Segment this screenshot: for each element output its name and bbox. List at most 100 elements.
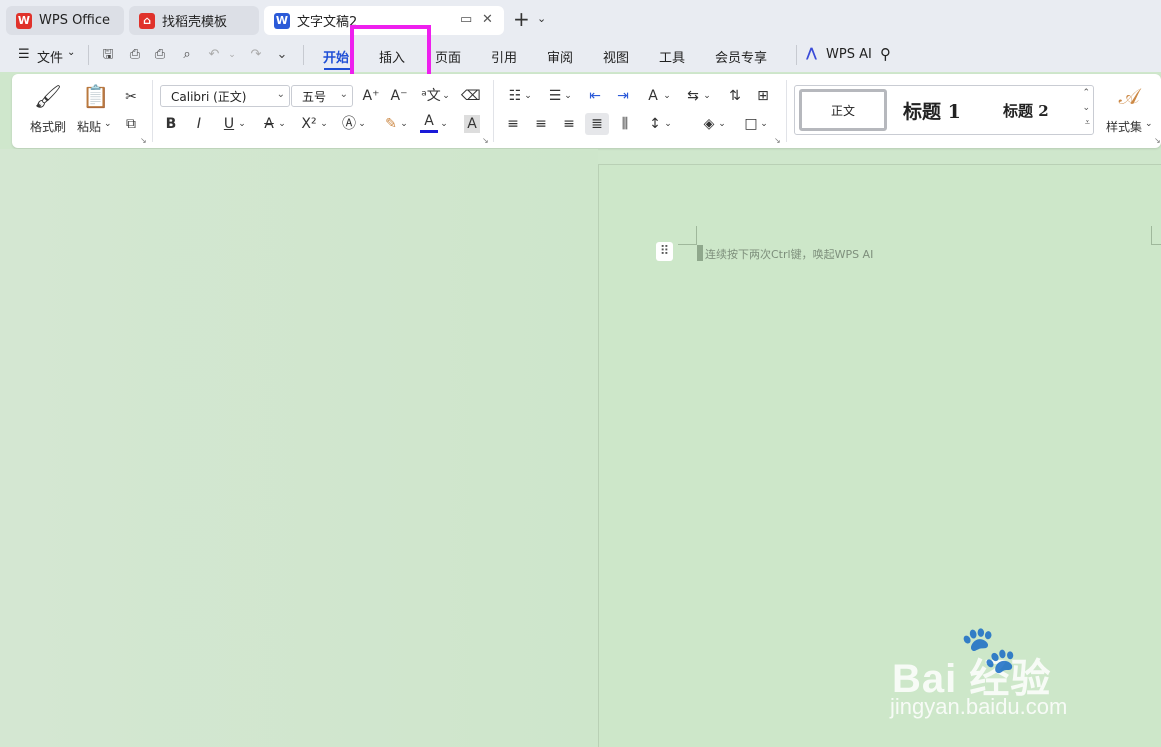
ribbon: 🖌 格式刷 📋 粘贴 ⌄ ✂ ⧉ ↘ Calibri (正文) ⌄ 五号 ⌄ A… (12, 74, 1161, 148)
document-page[interactable] (598, 164, 1161, 747)
italic-icon[interactable]: I (190, 115, 208, 133)
customize-toolbar-icon[interactable]: ⌄ (274, 47, 290, 63)
align-right-icon[interactable]: ≡ (560, 115, 578, 133)
phonetic-guide-icon[interactable]: ᵃ文 (420, 87, 442, 105)
font-color-icon[interactable]: A (420, 112, 438, 133)
cut-icon[interactable]: ✂ (122, 88, 140, 106)
strikethrough-icon[interactable]: A (260, 115, 278, 133)
bold-icon[interactable]: B (162, 115, 180, 133)
drag-handle-icon[interactable]: ⠿ (656, 242, 673, 261)
bullet-list-icon[interactable]: ☷ (506, 87, 524, 105)
document-canvas (0, 149, 598, 747)
tab-member[interactable]: 会员专享 (715, 47, 767, 66)
superscript-icon[interactable]: X² (300, 115, 318, 133)
paragraph-launcher-icon[interactable]: ↘ (774, 136, 781, 145)
tab-review[interactable]: 审阅 (547, 47, 573, 66)
chevron-down-icon[interactable]: ⌄ (718, 115, 726, 133)
styles-launcher-icon[interactable]: ↘ (1154, 136, 1161, 145)
clipboard-launcher-icon[interactable]: ↘ (140, 136, 147, 145)
decrease-indent-icon[interactable]: ⇤ (586, 87, 604, 105)
style-normal[interactable]: 正文 (799, 89, 887, 131)
new-tab-icon[interactable]: + (513, 7, 530, 31)
chevron-down-icon[interactable]: ⌄ (664, 115, 672, 133)
chevron-down-icon[interactable]: ⌄ (238, 115, 246, 133)
tab-view[interactable]: 视图 (603, 47, 629, 66)
chevron-down-icon[interactable]: ⌄ (400, 115, 408, 133)
align-left-icon[interactable]: ≡ (504, 115, 522, 133)
chevron-down-icon[interactable]: ⌄ (663, 87, 671, 105)
insert-tab-highlight (350, 25, 431, 79)
close-tab-icon[interactable]: ✕ (482, 12, 493, 27)
chevron-down-icon[interactable]: ⌄ (278, 115, 286, 133)
increase-indent-icon[interactable]: ⇥ (614, 87, 632, 105)
style-set-icon[interactable]: 𝒜 (1116, 86, 1142, 110)
tab-wps-office[interactable]: W WPS Office (6, 6, 124, 35)
wps-ai-button[interactable]: WPS AI (826, 47, 872, 62)
undo-dropdown-icon[interactable]: ⌄ (224, 47, 240, 63)
chevron-down-icon[interactable]: ⌄ (358, 115, 366, 133)
file-menu-icon[interactable]: ☰ (18, 47, 30, 62)
chevron-down-icon[interactable]: ⌄ (440, 115, 448, 133)
font-name-select[interactable]: Calibri (正文) ⌄ (160, 85, 290, 107)
chevron-down-icon[interactable]: ⌄ (703, 87, 711, 105)
highlight-color-icon[interactable]: ✎ (382, 115, 400, 133)
clear-format-icon[interactable]: ⌫ (461, 87, 481, 105)
search-icon[interactable]: ⚲ (880, 45, 891, 63)
paragraph-shading-icon[interactable]: ◈ (700, 115, 718, 133)
style-heading-1[interactable]: 标题 1 (903, 97, 961, 124)
distributed-align-icon[interactable]: ⫼ (616, 115, 634, 133)
wps-ai-icon[interactable]: ⋀ (806, 46, 817, 61)
print-icon[interactable]: ⎙ (152, 47, 168, 63)
tab-tools[interactable]: 工具 (659, 47, 685, 66)
chevron-down-icon[interactable]: ⌄ (760, 115, 768, 133)
borders-icon[interactable]: □ (742, 115, 760, 133)
redo-icon[interactable]: ↷ (248, 47, 264, 63)
chevron-down-icon: ⌄ (276, 89, 285, 100)
character-shading-icon[interactable]: A (464, 115, 480, 133)
save-icon[interactable]: 🖫 (100, 47, 116, 63)
chevron-down-icon[interactable]: ⌄ (442, 87, 450, 105)
format-painter-button[interactable]: 格式刷 (30, 118, 66, 135)
text-direction-icon[interactable]: A (644, 87, 662, 105)
file-menu[interactable]: 文件 (37, 47, 63, 66)
underline-icon[interactable]: U (220, 115, 238, 133)
tab-page[interactable]: 页面 (435, 47, 461, 66)
chevron-down-icon[interactable]: ⌄ (564, 87, 572, 105)
font-launcher-icon[interactable]: ↘ (482, 136, 489, 145)
font-size-select[interactable]: 五号 ⌄ (291, 85, 353, 107)
chevron-up-icon[interactable]: ⌃ (1082, 88, 1090, 98)
chevron-down-icon[interactable]: ⌄ (1082, 103, 1090, 113)
chevron-down-icon[interactable]: ⌄ (1145, 119, 1153, 129)
text-wrap-icon[interactable]: ⇆ (684, 87, 702, 105)
expand-gallery-icon[interactable]: ⩡ (1085, 118, 1090, 128)
tab-list-chevron-icon[interactable]: ⌄ (537, 12, 546, 25)
justify-icon[interactable]: ≣ (585, 113, 609, 135)
chevron-down-icon[interactable]: ⌄ (524, 87, 532, 105)
tab-home[interactable]: 开始 (323, 47, 349, 66)
show-marks-icon[interactable]: ⊞ (754, 87, 772, 105)
export-pdf-icon[interactable]: ⎙ (127, 47, 143, 63)
menu-bar (0, 40, 1161, 72)
align-center-icon[interactable]: ≡ (532, 115, 550, 133)
grow-font-icon[interactable]: A⁺ (362, 87, 380, 105)
chevron-down-icon[interactable]: ⌄ (320, 115, 328, 133)
tab-docer-templates[interactable]: ⌂ 找稻壳模板 (129, 6, 259, 35)
paste-button[interactable]: 粘贴 (77, 118, 101, 135)
format-painter-icon[interactable]: 🖌 (34, 86, 62, 110)
line-spacing-icon[interactable]: ↕ (646, 115, 664, 133)
style-set-button[interactable]: 样式集 (1106, 118, 1142, 135)
sort-icon[interactable]: ⇅ (726, 87, 744, 105)
chevron-down-icon[interactable]: ⌄ (67, 47, 75, 58)
paste-chevron-icon[interactable]: ⌄ (104, 119, 112, 129)
print-preview-icon[interactable]: ⌕ (179, 47, 195, 63)
style-heading-2[interactable]: 标题 2 (1003, 100, 1049, 121)
undo-icon[interactable]: ↶ (206, 47, 222, 63)
copy-icon[interactable]: ⧉ (122, 115, 140, 133)
text-effect-icon[interactable]: Ⓐ (340, 115, 358, 133)
window-mode-icon[interactable]: ▭ (460, 12, 472, 27)
numbered-list-icon[interactable]: ☰ (546, 87, 564, 105)
shrink-font-icon[interactable]: A⁻ (390, 87, 408, 105)
paste-icon[interactable]: 📋 (82, 86, 109, 110)
tab-references[interactable]: 引用 (491, 47, 517, 66)
margin-mark (696, 226, 697, 245)
